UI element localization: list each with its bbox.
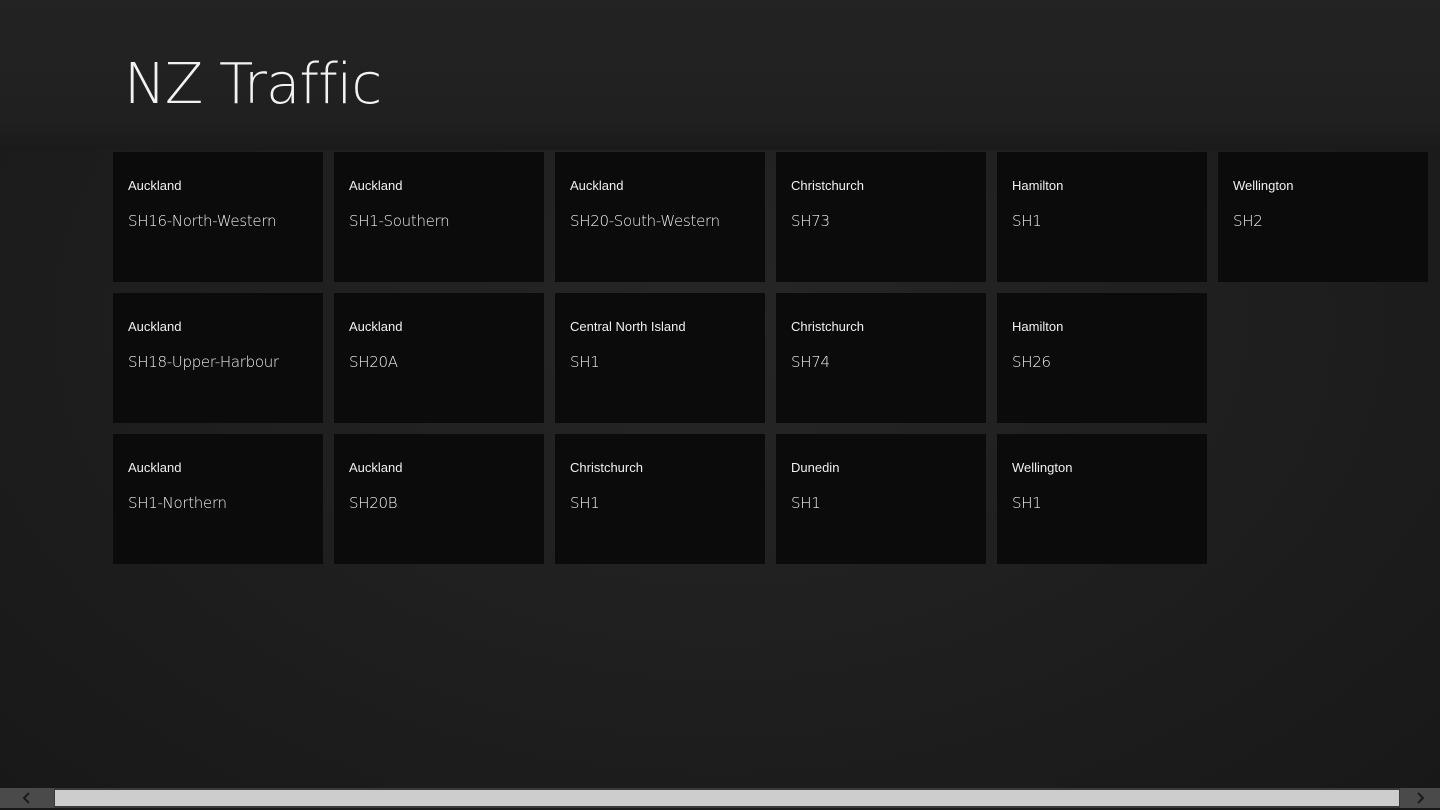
tile-region: Central North Island bbox=[570, 319, 686, 334]
tile-road: SH20B bbox=[349, 494, 398, 512]
tile-region: Auckland bbox=[128, 460, 182, 475]
tile-region: Auckland bbox=[349, 178, 403, 193]
route-tile[interactable]: Auckland SH16-North-Western bbox=[113, 152, 323, 282]
scroll-left-button[interactable] bbox=[0, 788, 54, 808]
route-tile[interactable]: Auckland SH18-Upper-Harbour bbox=[113, 293, 323, 423]
route-tile[interactable]: Wellington SH2 bbox=[1218, 152, 1428, 282]
tile-road: SH73 bbox=[791, 212, 830, 230]
route-tile[interactable]: Auckland SH1-Southern bbox=[334, 152, 544, 282]
tile-region: Christchurch bbox=[791, 178, 864, 193]
route-tile[interactable]: Christchurch SH74 bbox=[776, 293, 986, 423]
tile-region: Auckland bbox=[570, 178, 624, 193]
tile-road: SH1-Southern bbox=[349, 212, 450, 230]
route-tile[interactable]: Wellington SH1 bbox=[997, 434, 1207, 564]
route-tile[interactable]: Auckland SH20-South-Western bbox=[555, 152, 765, 282]
tile-region: Wellington bbox=[1233, 178, 1294, 193]
tile-region: Christchurch bbox=[570, 460, 643, 475]
tile-road: SH1 bbox=[570, 353, 600, 371]
route-tile[interactable]: Auckland SH1-Northern bbox=[113, 434, 323, 564]
route-tile[interactable]: Christchurch SH73 bbox=[776, 152, 986, 282]
tile-road: SH74 bbox=[791, 353, 830, 371]
route-tile[interactable]: Dunedin SH1 bbox=[776, 434, 986, 564]
scroll-right-button[interactable] bbox=[1400, 788, 1440, 808]
tile-road: SH1 bbox=[791, 494, 821, 512]
tile-road: SH18-Upper-Harbour bbox=[128, 353, 279, 371]
route-tile[interactable]: Hamilton SH26 bbox=[997, 293, 1207, 423]
app-window: NZ Traffic Auckland SH16-North-Western A… bbox=[0, 0, 1440, 810]
route-tile[interactable]: Central North Island SH1 bbox=[555, 293, 765, 423]
tile-road: SH1 bbox=[1012, 494, 1042, 512]
scroll-thumb[interactable] bbox=[55, 790, 1399, 806]
tile-region: Dunedin bbox=[791, 460, 840, 475]
horizontal-scrollbar[interactable] bbox=[0, 788, 1440, 808]
route-tile[interactable]: Christchurch SH1 bbox=[555, 434, 765, 564]
route-tile[interactable]: Auckland SH20B bbox=[334, 434, 544, 564]
tile-road: SH1 bbox=[570, 494, 600, 512]
tile-road: SH20A bbox=[349, 353, 398, 371]
route-tile[interactable]: Hamilton SH1 bbox=[997, 152, 1207, 282]
chevron-left-icon bbox=[22, 792, 30, 804]
tile-road: SH2 bbox=[1233, 212, 1263, 230]
tile-region: Hamilton bbox=[1012, 319, 1064, 334]
tile-region: Auckland bbox=[128, 178, 182, 193]
tile-road: SH16-North-Western bbox=[128, 212, 277, 230]
chevron-right-icon bbox=[1417, 792, 1425, 804]
tile-road: SH1-Northern bbox=[128, 494, 227, 512]
tile-region: Auckland bbox=[128, 319, 182, 334]
tile-road: SH20-South-Western bbox=[570, 212, 720, 230]
tile-region: Christchurch bbox=[791, 319, 864, 334]
tile-region: Auckland bbox=[349, 319, 403, 334]
route-tile[interactable]: Auckland SH20A bbox=[334, 293, 544, 423]
tile-region: Hamilton bbox=[1012, 178, 1064, 193]
page-title: NZ Traffic bbox=[124, 52, 382, 117]
tile-road: SH1 bbox=[1012, 212, 1042, 230]
tile-region: Auckland bbox=[349, 460, 403, 475]
tile-region: Wellington bbox=[1012, 460, 1073, 475]
route-grid: Auckland SH16-North-Western Auckland SH1… bbox=[113, 152, 1428, 564]
tile-road: SH26 bbox=[1012, 353, 1051, 371]
